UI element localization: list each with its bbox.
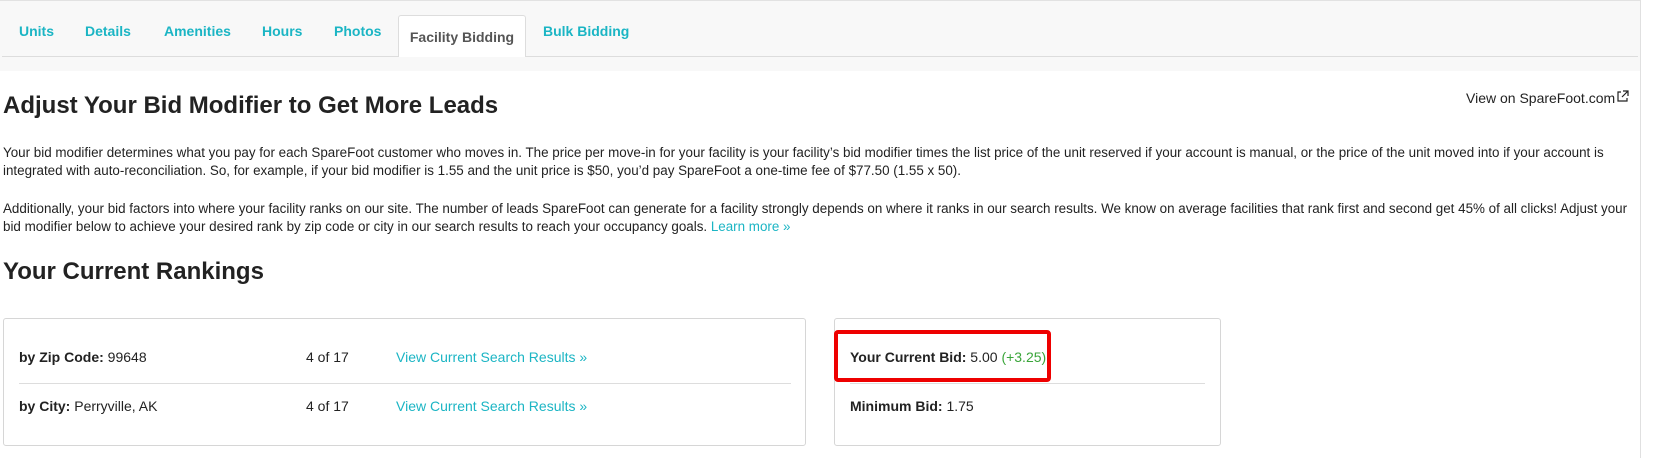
tab-photos[interactable]: Photos (334, 23, 381, 39)
minimum-bid: Minimum Bid: 1.75 (850, 398, 974, 414)
city-value: Perryville, AK (74, 398, 158, 414)
bid-divider (850, 383, 1205, 384)
view-on-sparefoot-label: View on SpareFoot.com (1466, 90, 1616, 106)
zip-code-value: 99648 (107, 349, 147, 365)
external-link-icon (1616, 90, 1629, 106)
tab-bar: Units Details Amenities Hours Photos Fac… (0, 0, 1640, 71)
bid-modifier-description: Your bid modifier determines what you pa… (3, 145, 1604, 178)
tab-bar-divider (2, 56, 1638, 57)
page-title: Adjust Your Bid Modifier to Get More Lea… (3, 92, 499, 119)
tab-facility-bidding[interactable]: Facility Bidding (398, 15, 526, 57)
learn-more-link[interactable]: Learn more » (711, 219, 791, 234)
rankings-divider (19, 383, 791, 384)
city-label: by City: (19, 398, 71, 414)
tab-amenities[interactable]: Amenities (164, 23, 231, 39)
tab-units[interactable]: Units (19, 23, 54, 39)
minimum-bid-value: 1.75 (946, 398, 974, 414)
tab-details[interactable]: Details (85, 23, 131, 39)
ranking-description-text: Additionally, your bid factors into wher… (3, 201, 1628, 234)
rank-row-city-label: by City: Perryville, AK (19, 398, 157, 414)
zip-search-results-link[interactable]: View Current Search Results » (396, 349, 587, 365)
zip-code-rank: 4 of 17 (306, 349, 349, 365)
zip-code-label: by Zip Code: (19, 349, 104, 365)
tab-hours[interactable]: Hours (262, 23, 302, 39)
tab-bulk-bidding[interactable]: Bulk Bidding (543, 23, 629, 39)
city-search-results-link[interactable]: View Current Search Results » (396, 398, 587, 414)
rank-row-zip-label: by Zip Code: 99648 (19, 349, 147, 365)
rankings-heading: Your Current Rankings (3, 258, 264, 285)
view-on-sparefoot-link[interactable]: View on SpareFoot.com (1466, 90, 1629, 106)
ranking-description: Additionally, your bid factors into wher… (3, 200, 1633, 236)
minimum-bid-label: Minimum Bid: (850, 398, 943, 414)
rankings-card: by Zip Code: 99648 4 of 17 View Current … (3, 318, 806, 446)
city-rank: 4 of 17 (306, 398, 349, 414)
scrollbar-edge (1640, 0, 1641, 458)
current-bid-highlight (834, 330, 1051, 382)
